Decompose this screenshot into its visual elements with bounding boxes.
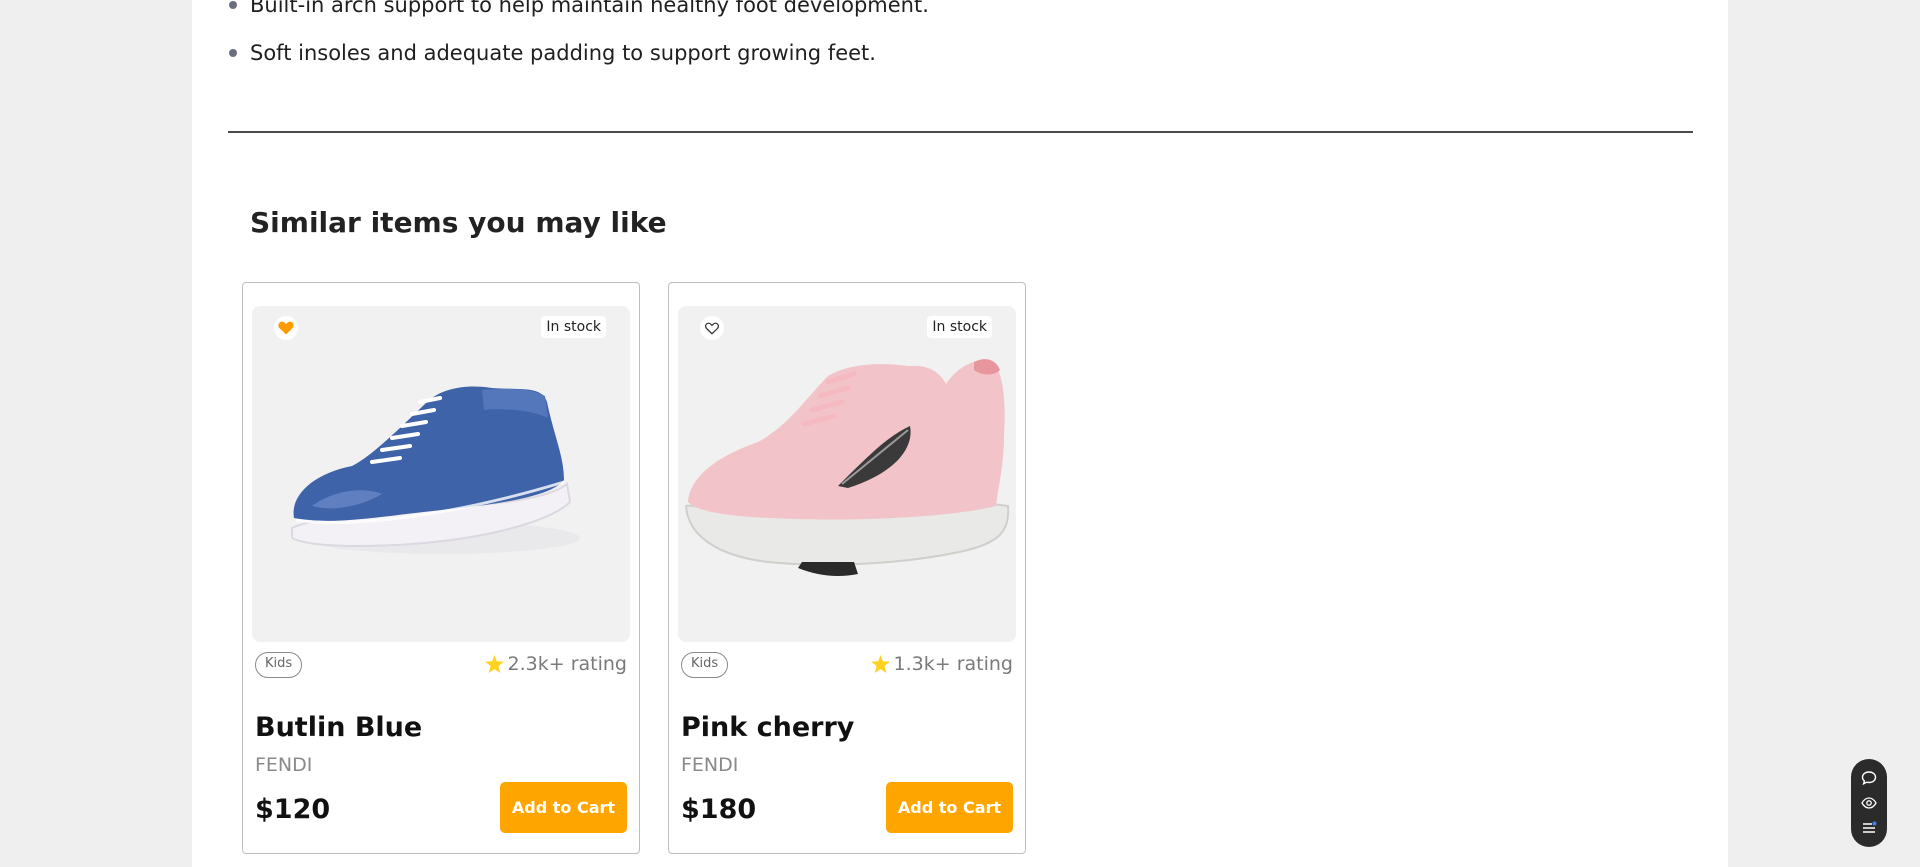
category-tag: Kids bbox=[681, 652, 729, 678]
feature-text: Built-in arch support to help maintain h… bbox=[250, 0, 929, 17]
stock-badge: In stock bbox=[541, 316, 606, 338]
star-icon bbox=[484, 655, 504, 673]
star-icon bbox=[870, 655, 890, 673]
bullet-dot bbox=[229, 49, 237, 57]
rating-text: 1.3k+ rating bbox=[893, 653, 1013, 675]
feature-item: Built-in arch support to help maintain h… bbox=[228, 0, 929, 18]
product-rating: 2.3k+ rating bbox=[484, 653, 627, 675]
product-image-pink-sneaker bbox=[684, 359, 1010, 576]
bullet-dot bbox=[229, 1, 237, 9]
stock-badge: In stock bbox=[927, 316, 992, 338]
product-image-area[interactable]: In stock bbox=[252, 306, 630, 642]
product-rating: 1.3k+ rating bbox=[870, 653, 1013, 675]
product-brand: FENDI bbox=[681, 754, 739, 776]
product-image-blue-sneaker bbox=[291, 386, 580, 554]
shoe-body bbox=[688, 360, 1005, 520]
product-price: $180 bbox=[681, 794, 757, 825]
feature-text: Soft insoles and adequate padding to sup… bbox=[250, 41, 876, 65]
product-card[interactable]: In stock Kids 1.3k+ rating Pink cherry F… bbox=[668, 282, 1026, 854]
section-divider bbox=[228, 131, 1693, 133]
feature-item: Soft insoles and adequate padding to sup… bbox=[228, 40, 929, 66]
heart-outline-icon bbox=[705, 322, 719, 335]
similar-items-title: Similar items you may like bbox=[250, 206, 667, 239]
rating-text: 2.3k+ rating bbox=[507, 653, 627, 675]
wishlist-button[interactable] bbox=[274, 316, 298, 340]
floating-toolbar bbox=[1851, 759, 1887, 847]
add-to-cart-button[interactable]: Add to Cart bbox=[500, 782, 627, 833]
list-icon[interactable] bbox=[1859, 818, 1879, 838]
product-page: Built-in arch support to help maintain h… bbox=[192, 0, 1728, 867]
product-name[interactable]: Pink cherry bbox=[681, 712, 854, 743]
eye-icon[interactable] bbox=[1859, 793, 1879, 813]
heart-filled-icon bbox=[278, 321, 294, 335]
add-to-cart-button[interactable]: Add to Cart bbox=[886, 782, 1013, 833]
product-brand: FENDI bbox=[255, 754, 313, 776]
product-name[interactable]: Butlin Blue bbox=[255, 712, 422, 743]
product-price: $120 bbox=[255, 794, 331, 825]
wishlist-button[interactable] bbox=[700, 316, 724, 340]
category-tag: Kids bbox=[255, 652, 303, 678]
product-image-area[interactable]: In stock bbox=[678, 306, 1016, 642]
product-card[interactable]: In stock Kids 2.3k+ rating Butlin Blue F… bbox=[242, 282, 640, 854]
chat-icon[interactable] bbox=[1859, 768, 1879, 788]
feature-list: Built-in arch support to help maintain h… bbox=[228, 0, 929, 88]
